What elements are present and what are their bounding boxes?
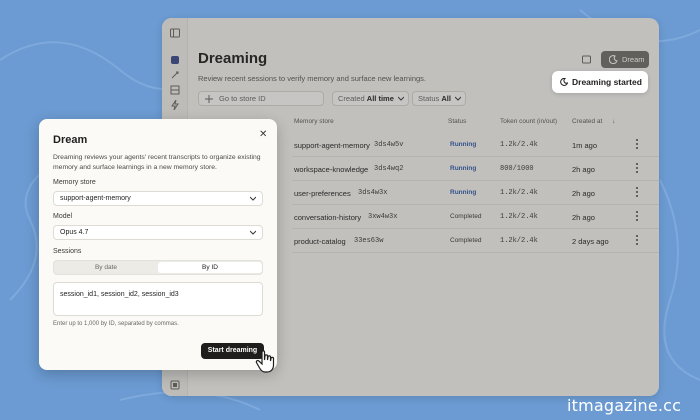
toast-text: Dreaming started [572, 77, 642, 87]
memory-store-label: Memory store [53, 179, 96, 186]
sessions-label: Sessions [53, 248, 82, 255]
sessions-mode-toggle: By date By ID [53, 260, 263, 275]
memory-store-value: support-agent-memory [60, 195, 131, 202]
model-label: Model [53, 213, 73, 220]
chevron-down-icon [250, 196, 256, 201]
memory-store-select[interactable]: support-agent-memory [53, 191, 263, 206]
moon-icon [560, 78, 568, 86]
modal-title: Dream [53, 134, 88, 146]
close-icon[interactable]: ✕ [259, 129, 267, 140]
modal-description: Dreaming reviews your agents' recent tra… [53, 154, 261, 171]
tab-by-date[interactable]: By date [54, 262, 158, 273]
model-select[interactable]: Opus 4.7 [53, 225, 263, 240]
chevron-down-icon [250, 230, 256, 235]
model-value: Opus 4.7 [60, 229, 89, 236]
hand-cursor-icon [255, 350, 275, 373]
watermark: itmagazine.cc [567, 396, 682, 415]
dream-modal: Dream ✕ Dreaming reviews your agents' re… [39, 119, 277, 370]
session-ids-textarea[interactable]: session_id1, session_id2, session_id3 [53, 282, 263, 316]
toast-notification: Dreaming started [552, 71, 648, 93]
tab-by-id[interactable]: By ID [158, 262, 262, 273]
sessions-hint: Enter up to 1,000 by ID, separated by co… [53, 321, 179, 327]
